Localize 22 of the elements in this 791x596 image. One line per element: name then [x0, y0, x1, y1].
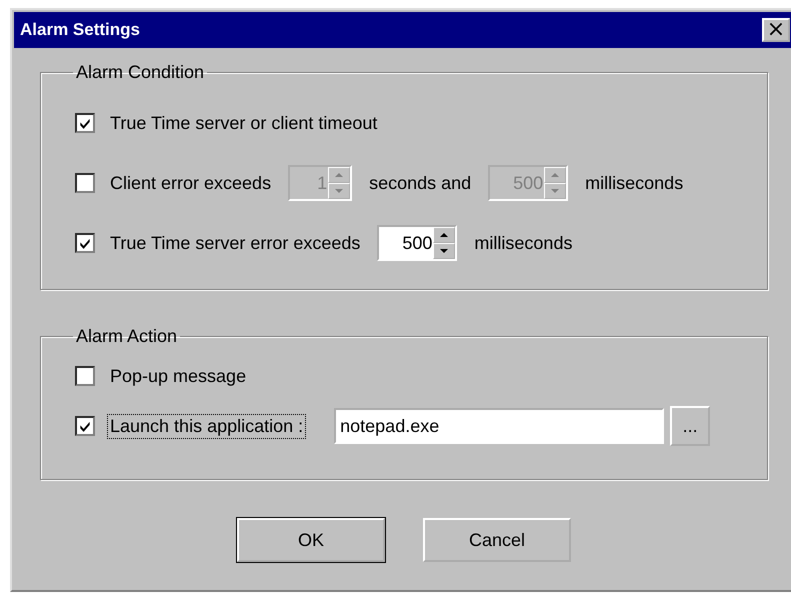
checkbox-label: True Time server or client timeout	[109, 112, 378, 134]
spin-box[interactable]: 500	[377, 225, 458, 261]
close-button[interactable]: ×	[762, 18, 790, 42]
checkbox-label: seconds and	[368, 172, 472, 194]
checkbox[interactable]	[75, 416, 95, 436]
dialog-button[interactable]: Cancel	[423, 518, 571, 562]
checkbox[interactable]	[75, 173, 95, 193]
checkbox-label: Client error exceeds	[109, 172, 272, 194]
dialog-button[interactable]: OK	[237, 518, 385, 562]
checkbox[interactable]	[75, 366, 95, 386]
checkbox-label: milliseconds	[584, 172, 684, 194]
checkbox-label: Pop-up message	[109, 364, 248, 388]
group-title: Alarm Condition	[75, 62, 206, 83]
checkbox[interactable]	[75, 113, 95, 133]
checkbox-label: milliseconds	[473, 232, 574, 254]
window-title: Alarm Settings	[20, 20, 140, 40]
checkbox-label: True Time server error exceeds	[109, 232, 362, 254]
browse-button[interactable]: ...	[670, 406, 710, 446]
group-title: Alarm Action	[75, 326, 178, 347]
checkbox[interactable]	[75, 233, 95, 253]
application-field[interactable]: notepad.exe	[334, 408, 664, 444]
checkbox-label: Launch this application :	[107, 414, 306, 438]
